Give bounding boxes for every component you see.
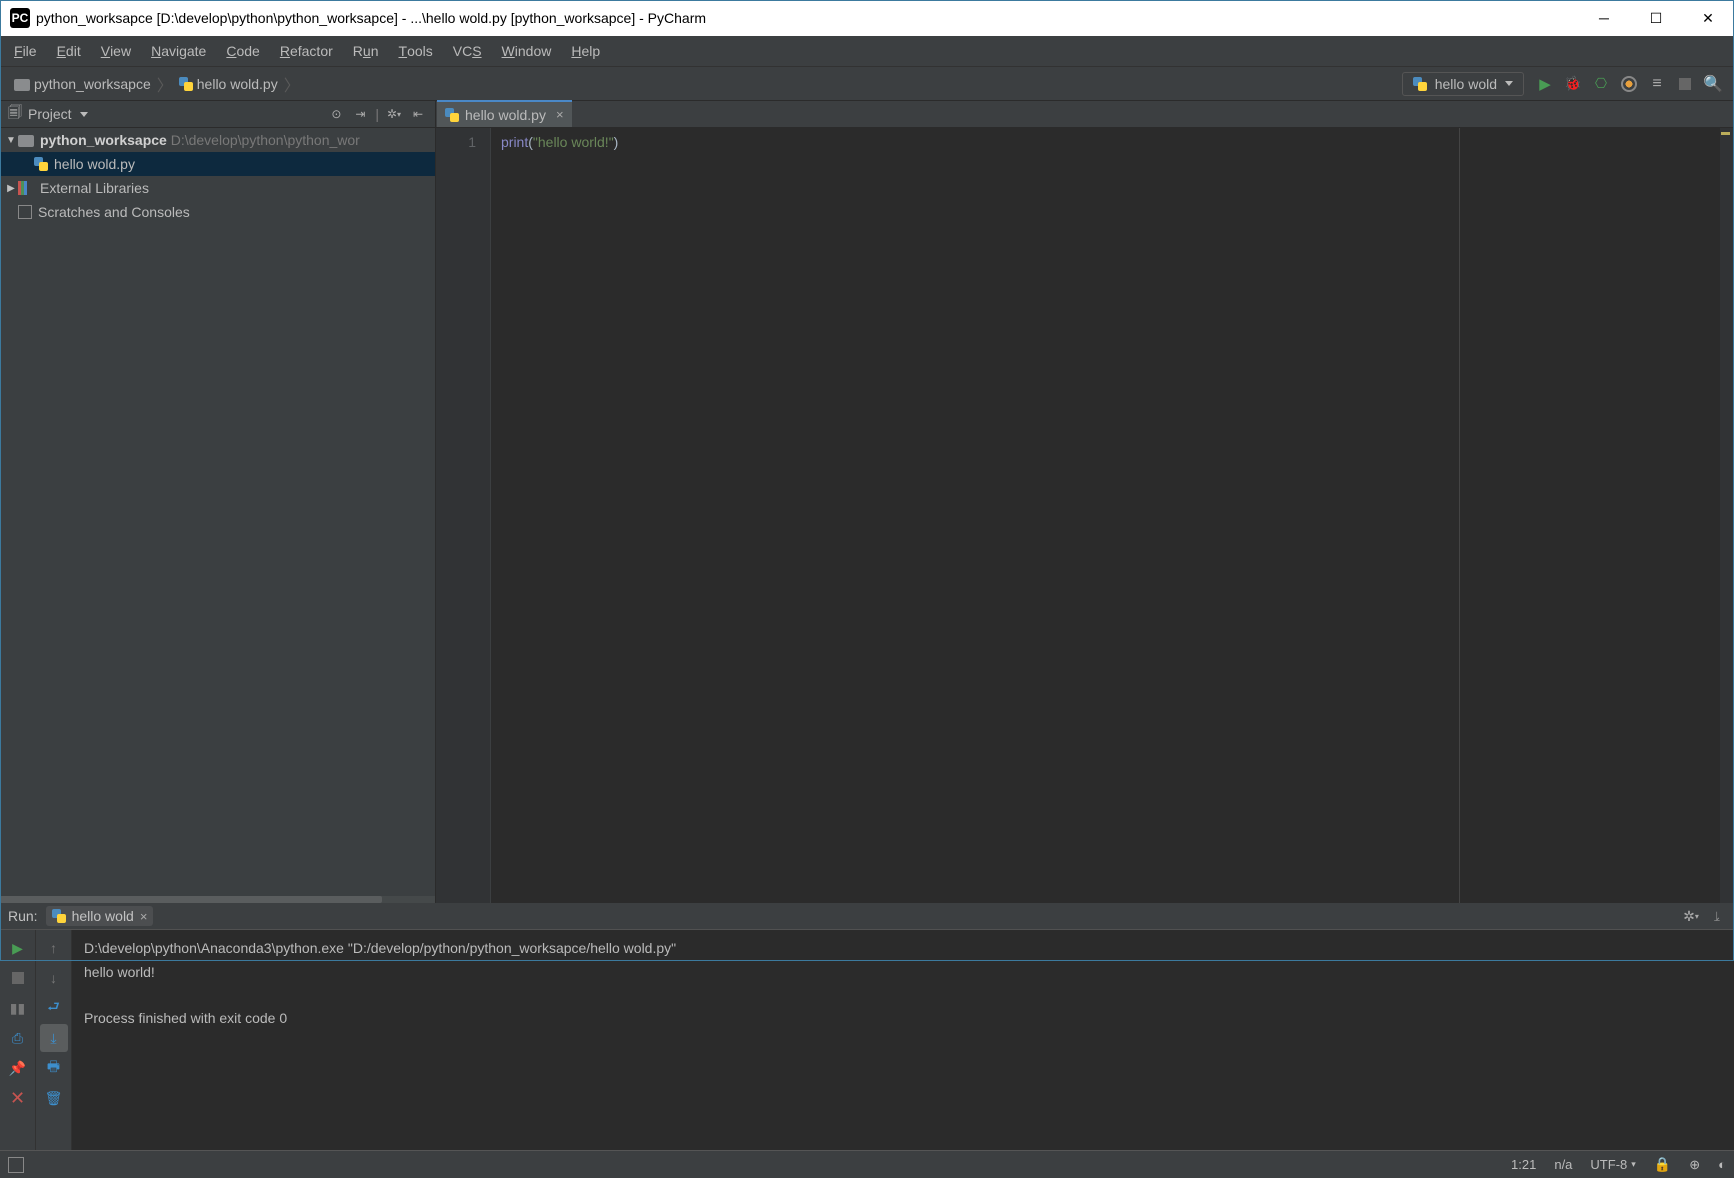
settings-button[interactable]: ✲▾ bbox=[385, 105, 403, 123]
line-number: 1 bbox=[436, 132, 476, 152]
debug-button[interactable]: 🐞 bbox=[1560, 71, 1586, 97]
menu-code[interactable]: Code bbox=[216, 36, 269, 66]
maximize-button[interactable]: ☐ bbox=[1630, 0, 1682, 36]
menu-vcs[interactable]: VCS bbox=[443, 36, 492, 66]
sidebar-scrollbar[interactable] bbox=[0, 896, 435, 903]
tool-windows-button[interactable] bbox=[8, 1157, 24, 1173]
breadcrumb-file[interactable]: hello wold.py bbox=[175, 74, 282, 94]
menu-help[interactable]: Help bbox=[561, 36, 610, 66]
libraries-icon bbox=[18, 181, 34, 195]
run-config-tab[interactable]: hello wold × bbox=[46, 906, 154, 926]
folder-icon bbox=[14, 79, 30, 91]
run-coverage-button[interactable]: ⎔ bbox=[1588, 71, 1614, 97]
select-opened-file-button[interactable]: ⇥ bbox=[351, 105, 369, 123]
python-file-icon bbox=[52, 909, 66, 923]
menu-navigate[interactable]: Navigate bbox=[141, 36, 216, 66]
run-button[interactable]: ▶ bbox=[1532, 71, 1558, 97]
warning-marker-icon[interactable] bbox=[1721, 132, 1730, 135]
breadcrumb-separator-icon: 〉 bbox=[157, 72, 173, 96]
close-run-tab-button[interactable]: × bbox=[140, 909, 148, 924]
close-tab-button[interactable]: × bbox=[556, 107, 564, 122]
print-button[interactable]: 🖶 bbox=[40, 1054, 68, 1082]
search-everywhere-button[interactable]: 🔍 bbox=[1700, 71, 1726, 97]
rerun-button[interactable]: ▶ bbox=[4, 934, 32, 962]
structure-button[interactable]: ≡ bbox=[1644, 71, 1670, 97]
chevron-down-icon bbox=[1505, 81, 1513, 86]
run-tool-label: Run: bbox=[8, 908, 38, 924]
stop-process-button[interactable] bbox=[4, 964, 32, 992]
hide-button[interactable]: ⇤ bbox=[409, 105, 427, 123]
project-icon: 🗐 bbox=[8, 102, 22, 126]
menu-tools[interactable]: Tools bbox=[389, 36, 443, 66]
hide-run-button[interactable]: ⥕ bbox=[1708, 907, 1726, 925]
tree-node-project-root[interactable]: ▼ python_worksapce D:\develop\python\pyt… bbox=[0, 128, 435, 152]
editor-marker-bar[interactable] bbox=[1720, 128, 1734, 903]
menu-refactor[interactable]: Refactor bbox=[270, 36, 343, 66]
gutter[interactable]: 1 bbox=[436, 128, 491, 903]
menu-view[interactable]: View bbox=[91, 36, 141, 66]
breadcrumb-separator-icon: 〉 bbox=[284, 72, 300, 96]
window-title: python_worksapce [D:\develop\python\pyth… bbox=[36, 10, 1578, 26]
tree-node-scratches[interactable]: Scratches and Consoles bbox=[0, 200, 435, 224]
run-output[interactable]: D:\develop\python\Anaconda3\python.exe "… bbox=[72, 930, 1734, 1150]
collapse-all-button[interactable]: ⊙ bbox=[327, 105, 345, 123]
breadcrumb-root[interactable]: python_worksapce bbox=[10, 74, 155, 94]
clear-all-button[interactable]: 🗑 bbox=[40, 1084, 68, 1112]
insert-mode[interactable]: n/a bbox=[1554, 1157, 1572, 1172]
dump-threads-button[interactable]: ⎙ bbox=[4, 1024, 32, 1052]
close-run-button[interactable]: ✕ bbox=[4, 1084, 32, 1112]
pycharm-icon: PC bbox=[10, 8, 30, 28]
editor-tab[interactable]: hello wold.py × bbox=[437, 100, 572, 127]
encoding-selector[interactable]: UTF-8▾ bbox=[1590, 1157, 1635, 1172]
chevron-down-icon bbox=[80, 112, 88, 117]
code-editor[interactable]: 1 print("hello world!") bbox=[436, 128, 1734, 903]
run-config-selector[interactable]: hello wold bbox=[1402, 72, 1524, 96]
project-tool-title[interactable]: 🗐 Project bbox=[8, 102, 88, 126]
memory-indicator-icon[interactable]: ◐ bbox=[1718, 1157, 1726, 1172]
close-button[interactable]: ✕ bbox=[1682, 0, 1734, 36]
python-file-icon bbox=[179, 77, 193, 91]
python-file-icon bbox=[445, 108, 459, 122]
up-stack-button[interactable]: ↑ bbox=[40, 934, 68, 962]
attach-process-button[interactable] bbox=[1616, 71, 1642, 97]
tree-node-file[interactable]: hello wold.py bbox=[0, 152, 435, 176]
caret-position[interactable]: 1:21 bbox=[1511, 1157, 1536, 1172]
soft-wrap-button[interactable]: ⮐ bbox=[40, 994, 68, 1022]
pin-tab-button[interactable]: 📌 bbox=[4, 1054, 32, 1082]
down-stack-button[interactable]: ↓ bbox=[40, 964, 68, 992]
scroll-to-end-button[interactable]: ⤓ bbox=[40, 1024, 68, 1052]
menu-file[interactable]: File bbox=[4, 36, 47, 66]
tree-node-external-libraries[interactable]: ▶ External Libraries bbox=[0, 176, 435, 200]
stop-button[interactable] bbox=[1672, 71, 1698, 97]
scratches-icon bbox=[18, 205, 32, 219]
minimize-button[interactable]: ─ bbox=[1578, 0, 1630, 36]
python-interpreter-icon[interactable]: ⊕ bbox=[1689, 1157, 1700, 1173]
menu-window[interactable]: Window bbox=[492, 36, 562, 66]
menu-run[interactable]: Run bbox=[343, 36, 389, 66]
run-settings-button[interactable]: ✲▾ bbox=[1682, 907, 1700, 925]
folder-icon bbox=[18, 135, 34, 147]
python-file-icon bbox=[34, 157, 48, 171]
python-file-icon bbox=[1413, 77, 1427, 91]
pause-output-button[interactable]: ▮▮ bbox=[4, 994, 32, 1022]
menu-edit[interactable]: Edit bbox=[47, 36, 91, 66]
readonly-toggle-icon[interactable]: 🔒 bbox=[1654, 1156, 1671, 1173]
